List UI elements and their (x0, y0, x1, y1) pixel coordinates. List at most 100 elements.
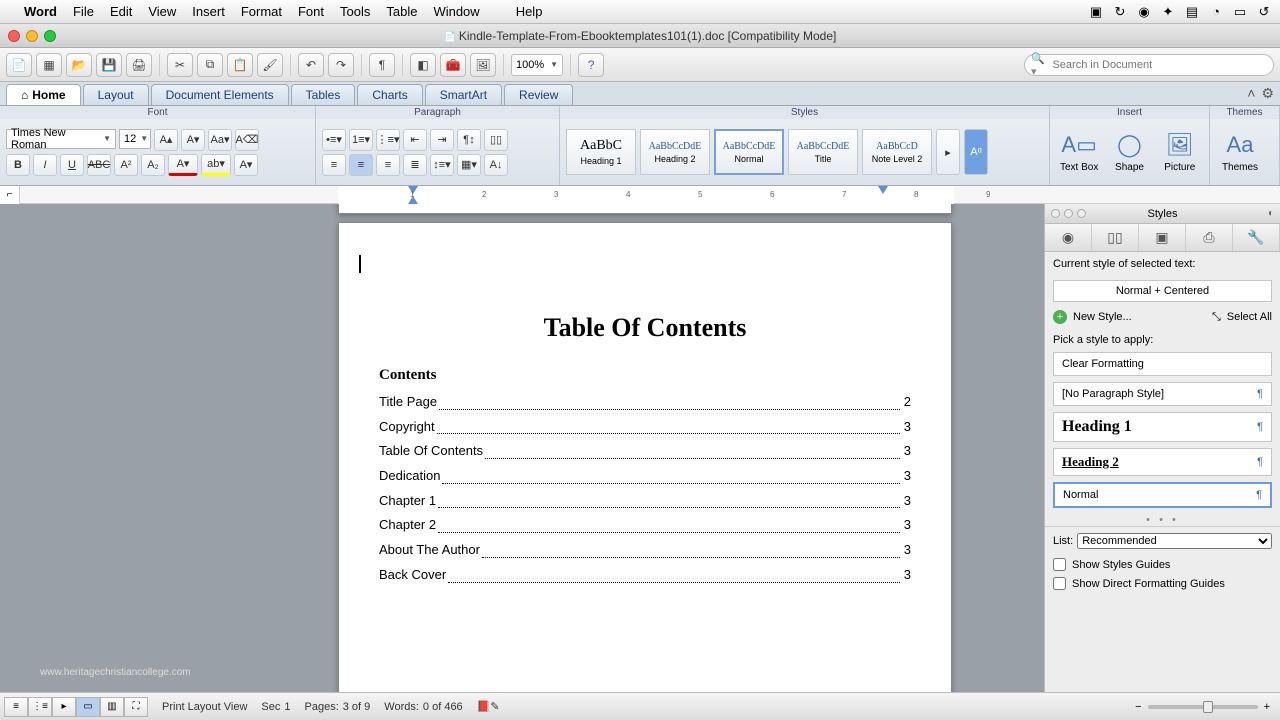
select-all-button[interactable]: Select All (1227, 311, 1272, 323)
style-normal[interactable]: AaBbCcDdENormal (714, 129, 784, 175)
style-item-heading-1[interactable]: Heading 1¶ (1053, 412, 1272, 442)
menu-font[interactable]: Font (298, 4, 324, 19)
menu-file[interactable]: File (73, 4, 94, 19)
style-item-clear-formatting[interactable]: Clear Formatting (1053, 352, 1272, 376)
view-print-button[interactable]: ▭ (76, 697, 100, 717)
toc-entry[interactable]: Chapter 23 (379, 513, 911, 538)
toc-entry[interactable]: Dedication3 (379, 464, 911, 489)
superscript-button[interactable]: A² (114, 154, 138, 176)
toc-entry[interactable]: About The Author3 (379, 538, 911, 563)
font-name-combo[interactable]: Times New Roman▼ (6, 129, 116, 149)
grow-font-button[interactable]: A▴ (154, 129, 178, 151)
spell-check-icon[interactable]: 📕✎ (477, 700, 500, 713)
toc-entry[interactable]: Chapter 13 (379, 489, 911, 514)
sidebar-button[interactable]: ◧ (410, 53, 436, 77)
zoom-out-button[interactable]: − (1135, 701, 1141, 713)
styles-pane-toggle-icon[interactable]: ◐ (1268, 208, 1274, 219)
new-doc-button[interactable]: 📄 (6, 53, 32, 77)
styles-current-value[interactable]: Normal + Centered (1053, 280, 1272, 302)
tab-tables[interactable]: Tables (291, 84, 356, 105)
horizontal-ruler[interactable]: ⌐ 123456789 (0, 186, 1280, 204)
tab-layout[interactable]: Layout (83, 84, 149, 105)
display-icon[interactable]: ▭ (1232, 4, 1248, 20)
view-outline-button[interactable]: ⋮≡ (28, 697, 52, 717)
styles-pane-titlebar[interactable]: Styles ◐ (1045, 204, 1280, 224)
align-left-button[interactable]: ≡ (322, 154, 346, 176)
toc-entry[interactable]: Table Of Contents3 (379, 439, 911, 464)
bold-button[interactable]: B (6, 154, 30, 176)
text-direction-button[interactable]: ¶↕ (457, 129, 481, 151)
align-right-button[interactable]: ≡ (376, 154, 400, 176)
notes-icon[interactable]: ▤ (1184, 4, 1200, 20)
time-machine-icon[interactable]: ↺ (1256, 4, 1272, 20)
document-search[interactable]: 🔍▾ (1024, 54, 1274, 76)
view-fullscreen-button[interactable]: ⛶ (124, 697, 148, 717)
styles-pane-button[interactable]: Aᵅ (964, 129, 988, 175)
tab-document-elements[interactable]: Document Elements (151, 84, 289, 105)
tab-smartart[interactable]: SmartArt (425, 84, 502, 105)
show-formatting-button[interactable]: ¶ (369, 53, 395, 77)
print-button[interactable]: 🖨 (126, 53, 152, 77)
menu-edit[interactable]: Edit (110, 4, 132, 19)
view-notebook-button[interactable]: ▥ (100, 697, 124, 717)
menu-window[interactable]: Window (433, 4, 479, 19)
view-publishing-button[interactable]: ▸ (52, 697, 76, 717)
menu-help[interactable]: Help (516, 4, 543, 19)
multilevel-button[interactable]: ⋮≡▾ (376, 129, 400, 151)
templates-button[interactable]: ▦ (36, 53, 62, 77)
toc-entry[interactable]: Back Cover3 (379, 563, 911, 588)
style-item-normal[interactable]: Normal¶ (1053, 482, 1272, 508)
style-note-level-2[interactable]: AaBbCcDNote Level 2 (862, 129, 932, 175)
cut-button[interactable]: ✂ (167, 53, 193, 77)
bullets-button[interactable]: •≡▾ (322, 129, 346, 151)
align-center-button[interactable]: ≡ (349, 154, 373, 176)
menu-insert[interactable]: Insert (192, 4, 225, 19)
styles-tab-quick[interactable]: ◉ (1045, 224, 1092, 251)
styles-tab-inspector[interactable]: ▣ (1139, 224, 1186, 251)
paste-button[interactable]: 📋 (227, 53, 253, 77)
insert-text-box-button[interactable]: A▭Text Box (1056, 123, 1102, 181)
font-size-combo[interactable]: 12▼ (119, 129, 151, 149)
decrease-indent-button[interactable]: ⇤ (403, 129, 427, 151)
menu-view[interactable]: View (148, 4, 176, 19)
save-button[interactable]: 💾 (96, 53, 122, 77)
style-item--no-paragraph-style-[interactable]: [No Paragraph Style]¶ (1053, 382, 1272, 406)
menu-tools[interactable]: Tools (340, 4, 370, 19)
ribbon-prefs-icon[interactable]: ⚙ (1261, 85, 1274, 102)
toc-entry[interactable]: Title Page2 (379, 390, 911, 415)
styles-tab-list[interactable]: ▯▯ (1092, 224, 1139, 251)
tab-home[interactable]: ⌂Home (6, 84, 81, 105)
font-color-button[interactable]: A▾ (168, 154, 198, 176)
style-heading-1[interactable]: AaBbCHeading 1 (566, 129, 636, 175)
list-filter-select[interactable]: Recommended (1077, 533, 1272, 549)
sync-icon[interactable]: ↻ (1112, 4, 1128, 20)
copy-button[interactable]: ⧉ (197, 53, 223, 77)
redo-button[interactable]: ↷ (328, 53, 354, 77)
video-icon[interactable]: ▣ (1088, 4, 1104, 20)
insert-shape-button[interactable]: ◯Shape (1106, 123, 1152, 181)
tab-charts[interactable]: Charts (357, 84, 422, 105)
increase-indent-button[interactable]: ⇥ (430, 129, 454, 151)
highlight-button[interactable]: ab▾ (201, 154, 231, 176)
dropbox-icon[interactable]: ✦ (1160, 4, 1176, 20)
zoom-combo[interactable]: 100%▼ (511, 54, 563, 76)
clock-icon[interactable]: ◔ (1208, 4, 1224, 19)
app-name[interactable]: Word (24, 4, 57, 19)
new-style-button[interactable]: New Style... (1073, 311, 1132, 323)
style-heading-2[interactable]: AaBbCcDdEHeading 2 (640, 129, 710, 175)
italic-button[interactable]: I (33, 154, 57, 176)
styles-tab-manage[interactable]: ⎙ (1186, 224, 1233, 251)
numbering-button[interactable]: 1≡▾ (349, 129, 373, 151)
media-browser-button[interactable]: 🖼 (470, 53, 496, 77)
sort-button[interactable]: A↓ (484, 154, 508, 176)
strikethrough-button[interactable]: ABC (87, 154, 111, 176)
line-spacing-button[interactable]: ↕≡▾ (430, 154, 454, 176)
collapse-ribbon-icon[interactable]: ˄ (1247, 85, 1255, 102)
columns-button[interactable]: ▯▯ (484, 129, 508, 151)
format-painter-button[interactable]: 🖌 (257, 53, 283, 77)
clear-formatting-button[interactable]: A⌫ (235, 129, 259, 151)
document-area[interactable]: Table Of Contents Contents Title Page2Co… (0, 204, 1044, 692)
shading-button[interactable]: ▦▾ (457, 154, 481, 176)
show-formatting-guides-checkbox[interactable]: Show Direct Formatting Guides (1045, 574, 1280, 593)
zoom-in-button[interactable]: + (1264, 701, 1270, 713)
